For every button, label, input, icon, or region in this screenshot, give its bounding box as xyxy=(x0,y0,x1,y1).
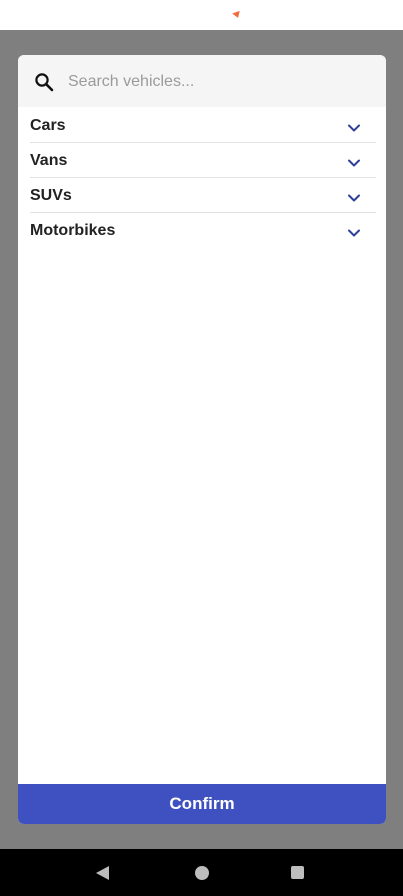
chevron-down-icon[interactable] xyxy=(348,119,360,132)
chevron-down-icon[interactable] xyxy=(348,189,360,202)
category-list: Cars Vans SUVs Motorbikes xyxy=(30,108,376,248)
home-icon[interactable] xyxy=(195,866,209,880)
category-label: Cars xyxy=(30,117,66,134)
status-bar xyxy=(0,0,403,30)
category-item-vans[interactable]: Vans xyxy=(30,143,376,178)
back-icon[interactable] xyxy=(96,866,109,880)
notification-icon xyxy=(232,10,242,20)
vehicle-picker-modal: Cars Vans SUVs Motorbikes Confirm xyxy=(18,55,386,824)
category-item-motorbikes[interactable]: Motorbikes xyxy=(30,213,376,248)
category-item-cars[interactable]: Cars xyxy=(30,108,376,143)
category-item-suvs[interactable]: SUVs xyxy=(30,178,376,213)
category-label: Vans xyxy=(30,152,68,169)
search-input[interactable] xyxy=(68,65,368,99)
category-label: SUVs xyxy=(30,187,72,204)
confirm-button[interactable]: Confirm xyxy=(18,784,386,824)
recents-icon[interactable] xyxy=(291,866,304,879)
search-icon xyxy=(34,72,54,92)
system-nav-bar xyxy=(0,849,403,896)
search-bar xyxy=(18,55,386,107)
chevron-down-icon[interactable] xyxy=(348,224,360,237)
category-label: Motorbikes xyxy=(30,222,116,239)
chevron-down-icon[interactable] xyxy=(348,154,360,167)
